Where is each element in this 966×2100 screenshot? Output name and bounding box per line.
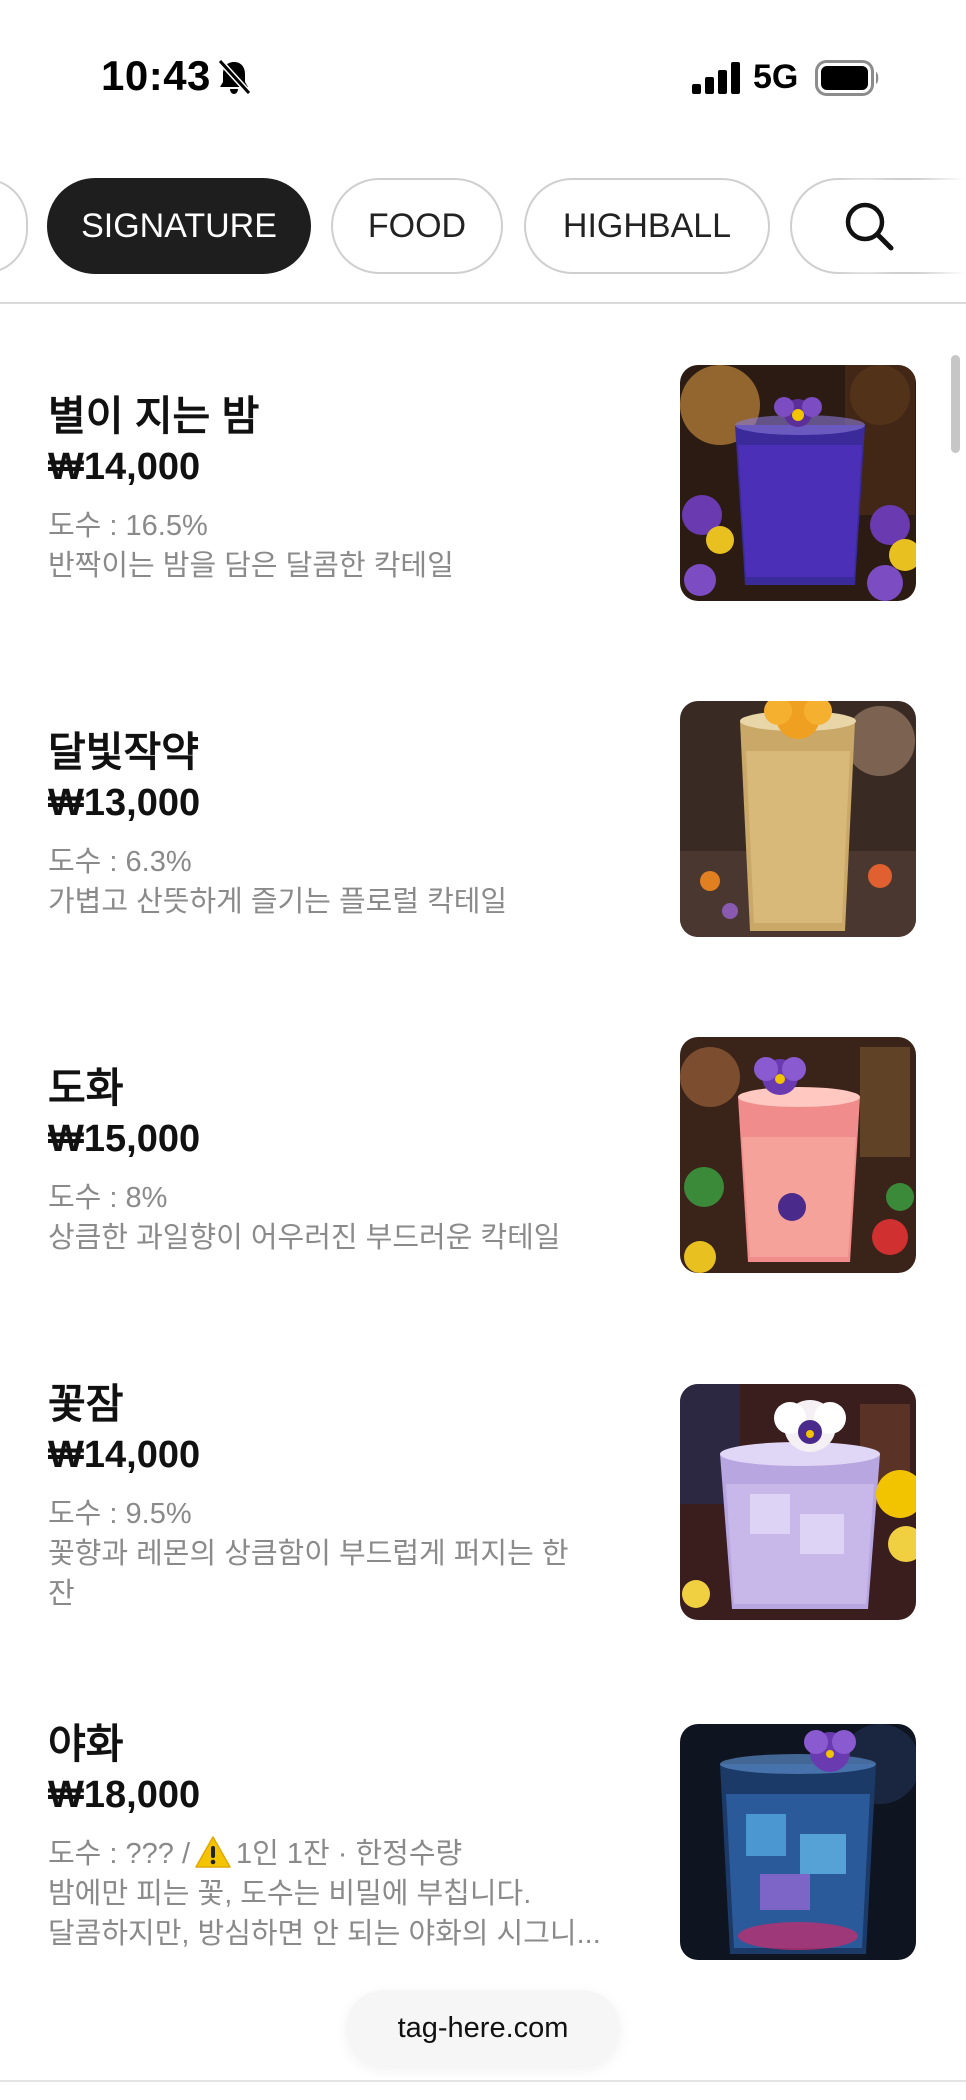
item-description: 도수 : 8% 상큼한 과일향이 어우러진 부드러운 칵테일 [48,1178,608,1258]
item-price: ₩18,000 [48,1774,201,1816]
item-description-text: 가볍고 산뜻하게 즐기는 플로럴 칵테일 [48,886,508,918]
item-photo [680,1037,916,1273]
item-name: 달빛작약 [48,729,199,775]
item-limit-notice: 1인 1잔 · 한정수량 [236,1838,463,1870]
item-price: ₩14,000 [48,1434,201,1476]
bell-slash-icon [217,58,252,96]
status-time: 10:43 [101,52,211,99]
menu-item[interactable]: 야화 ₩18,000 도수 : ??? / 1인 1잔 · 한정수량 밤에만 피는… [0,1654,966,1960]
network-label: 5G [753,58,799,96]
item-photo [680,1384,916,1620]
battery-icon [815,60,879,96]
item-price: ₩13,000 [48,782,201,824]
search-button[interactable] [823,180,915,272]
item-abv-line: 도수 : ??? / 1인 1잔 · 한정수량 [48,1834,608,1874]
item-description: 도수 : 9.5% 꽃향과 레몬의 상큼함이 부드럽게 퍼지는 한 잔 [48,1494,608,1614]
item-description-text: 상큼한 과일향이 어우러진 부드러운 칵테일 [48,1222,561,1254]
menu-page: 10:43 5G SIGNATURE FOOD HIGHBALL 별이 지는 밤… [0,0,966,2100]
category-chip-highball[interactable]: HIGHBALL [524,178,770,274]
status-bar: 10:43 5G [0,0,966,150]
item-photo [680,365,916,601]
item-name: 도화 [48,1065,124,1111]
category-chip-signature[interactable]: SIGNATURE [47,178,311,274]
item-price: ₩14,000 [48,446,201,488]
item-abv: 도수 : 8% [48,1182,168,1214]
item-abv: 도수 : 16.5% [48,510,208,542]
cellular-signal-icon [692,62,740,94]
category-chip-food[interactable]: FOOD [331,178,503,274]
item-description: 도수 : ??? / 1인 1잔 · 한정수량 밤에만 피는 꽃, 도수는 비밀에… [48,1834,608,1954]
bottom-divider [0,2080,966,2082]
item-name: 야화 [48,1721,124,1767]
tabs-fade [916,150,966,302]
item-description-text: 잔 [48,1578,75,1610]
item-price: ₩15,000 [48,1118,201,1160]
menu-item[interactable]: 꽃잠 ₩14,000 도수 : 9.5% 꽃향과 레몬의 상큼함이 부드럽게 퍼… [0,1316,966,1620]
item-abv: 도수 : 9.5% [48,1498,192,1530]
warning-icon [195,1836,231,1868]
item-description-text: 밤에만 피는 꽃, 도수는 비밀에 부칩니다. [48,1878,532,1910]
menu-item[interactable]: 달빛작약 ₩13,000 도수 : 6.3% 가볍고 산뜻하게 즐기는 플로럴 … [0,642,966,942]
item-description: 도수 : 16.5% 반짝이는 밤을 담은 달콤한 칵테일 [48,506,608,586]
item-photo [680,701,916,937]
category-tabs: SIGNATURE FOOD HIGHBALL [0,150,966,304]
search-icon [845,202,894,251]
item-name: 별이 지는 밤 [48,393,260,439]
item-description-text: 꽃향과 레몬의 상큼함이 부드럽게 퍼지는 한 [48,1538,569,1570]
menu-item[interactable]: 별이 지는 밤 ₩14,000 도수 : 16.5% 반짝이는 밤을 담은 달콤… [0,306,966,606]
footer-domain-badge[interactable]: tag-here.com [346,1990,620,2066]
item-abv: 도수 : 6.3% [48,846,192,878]
item-name: 꽃잠 [48,1381,124,1427]
item-photo [680,1724,916,1960]
item-description-text: 반짝이는 밤을 담은 달콤한 칵테일 [48,550,454,582]
item-abv: 도수 : ??? / [48,1838,191,1870]
category-chip-previous[interactable] [0,178,28,274]
item-description: 도수 : 6.3% 가볍고 산뜻하게 즐기는 플로럴 칵테일 [48,842,608,922]
item-description-text: 달콤하지만, 방심하면 안 되는 야화의 시그니... [48,1918,601,1950]
menu-item[interactable]: 도화 ₩15,000 도수 : 8% 상큼한 과일향이 어우러진 부드러운 칵테… [0,978,966,1278]
